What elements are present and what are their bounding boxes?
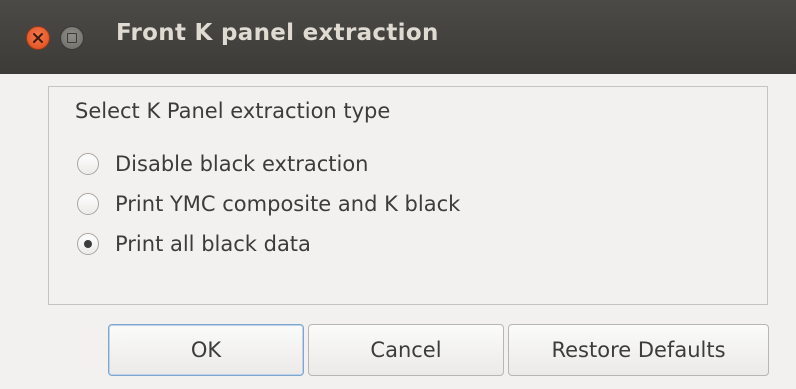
- radio-option-print-all-black-data[interactable]: Print all black data: [77, 230, 311, 258]
- radio-option-print-ymc-composite[interactable]: Print YMC composite and K black: [77, 190, 460, 218]
- radio-option-disable-black-extraction[interactable]: Disable black extraction: [77, 150, 368, 178]
- window-titlebar[interactable]: Front K panel extraction: [0, 0, 796, 74]
- ok-button[interactable]: OK: [108, 324, 304, 376]
- radio-icon[interactable]: [77, 153, 99, 175]
- radio-label: Disable black extraction: [115, 152, 369, 176]
- minimize-icon: [67, 33, 77, 43]
- radio-icon[interactable]: [77, 193, 99, 215]
- window-title: Front K panel extraction: [116, 20, 439, 46]
- radio-label: Print YMC composite and K black: [115, 192, 461, 216]
- close-window-button[interactable]: [26, 26, 50, 50]
- radio-icon[interactable]: [77, 233, 99, 255]
- radio-label: Print all black data: [115, 232, 311, 256]
- cancel-button[interactable]: Cancel: [308, 324, 504, 376]
- restore-defaults-button[interactable]: Restore Defaults: [508, 324, 769, 376]
- group-label: Select K Panel extraction type: [75, 99, 391, 123]
- close-icon: [33, 33, 43, 43]
- minimize-window-button[interactable]: [60, 26, 84, 50]
